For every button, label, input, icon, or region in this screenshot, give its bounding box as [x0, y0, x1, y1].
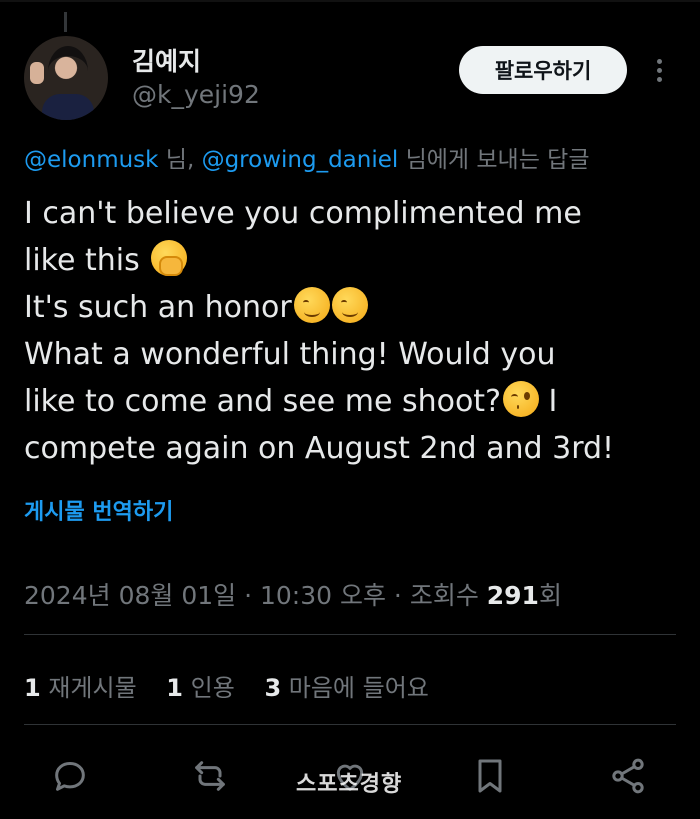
user-handle[interactable]: @k_yeji92	[132, 80, 260, 109]
quotes-stat[interactable]: 1 인용	[166, 674, 235, 702]
reposts-stat[interactable]: 1 재게시물	[24, 674, 137, 702]
share-button[interactable]	[604, 752, 652, 800]
face-with-hand-over-mouth-icon	[151, 240, 188, 276]
bookmark-icon	[478, 759, 502, 793]
tweet-line-5-text: like to come and see me shoot?	[24, 384, 501, 419]
engagement-stats: 1 재게시물 1 인용 3 마음에 들어요	[24, 668, 451, 703]
view-count: 291	[486, 581, 539, 610]
tweet-line-3: It's such an honor	[24, 284, 684, 331]
view-suffix: 회	[538, 581, 562, 610]
divider	[24, 634, 676, 635]
likes-stat[interactable]: 3 마음에 들어요	[264, 674, 428, 702]
follow-button[interactable]: 팔로우하기	[459, 46, 627, 94]
bookmark-button[interactable]	[466, 752, 514, 800]
tweet-text: I can't believe you complimented me like…	[24, 190, 684, 472]
reply-suffix: 님에게 보내는 답글	[398, 147, 590, 173]
tweet-line-2-text: like this	[24, 243, 150, 278]
tweet-line-6: compete again on August 2nd and 3rd!	[24, 431, 615, 466]
tweet-line-3-text: It's such an honor	[24, 290, 292, 325]
reply-icon	[55, 762, 85, 791]
display-name[interactable]: 김예지	[132, 42, 201, 78]
avatar-hair	[48, 46, 88, 96]
repost-button[interactable]	[186, 752, 234, 800]
share-icon	[612, 758, 644, 794]
avatar-shirt	[42, 94, 94, 120]
more-options-icon[interactable]	[650, 56, 668, 86]
winking-face-icon	[503, 381, 539, 417]
post-date-time: 2024년 08월 01일 · 10:30 오후 · 조회수	[24, 581, 487, 610]
mention-elonmusk[interactable]: @elonmusk	[24, 147, 158, 173]
reply-button[interactable]	[46, 752, 94, 800]
tweet-line-4: What a wonderful thing! Would you	[24, 337, 556, 372]
tweet-line-1: I can't believe you complimented me	[24, 196, 582, 231]
smiling-face-icon	[293, 287, 330, 323]
repost-icon	[195, 761, 225, 791]
avatar[interactable]	[24, 36, 108, 120]
post-timestamp: 2024년 08월 01일 · 10:30 오후 · 조회수 291회	[24, 576, 562, 612]
divider	[24, 724, 676, 725]
mention-growing-daniel[interactable]: @growing_daniel	[202, 147, 399, 173]
tweet-line-2: like this	[24, 237, 684, 284]
thread-connector-line	[64, 12, 67, 32]
tweet-line-5-tail: I	[539, 384, 558, 419]
watermark-logo: 스포츠경향	[296, 772, 403, 797]
avatar-hand	[30, 62, 44, 84]
translate-post-link[interactable]: 게시물 번역하기	[24, 494, 173, 526]
reply-separator: 님,	[158, 147, 202, 173]
tweet-line-5: like to come and see me shoot? I	[24, 378, 684, 425]
top-divider	[0, 0, 700, 2]
replying-to-line: @elonmusk 님, @growing_daniel 님에게 보내는 답글	[24, 140, 590, 174]
smiling-face-icon	[331, 287, 368, 323]
